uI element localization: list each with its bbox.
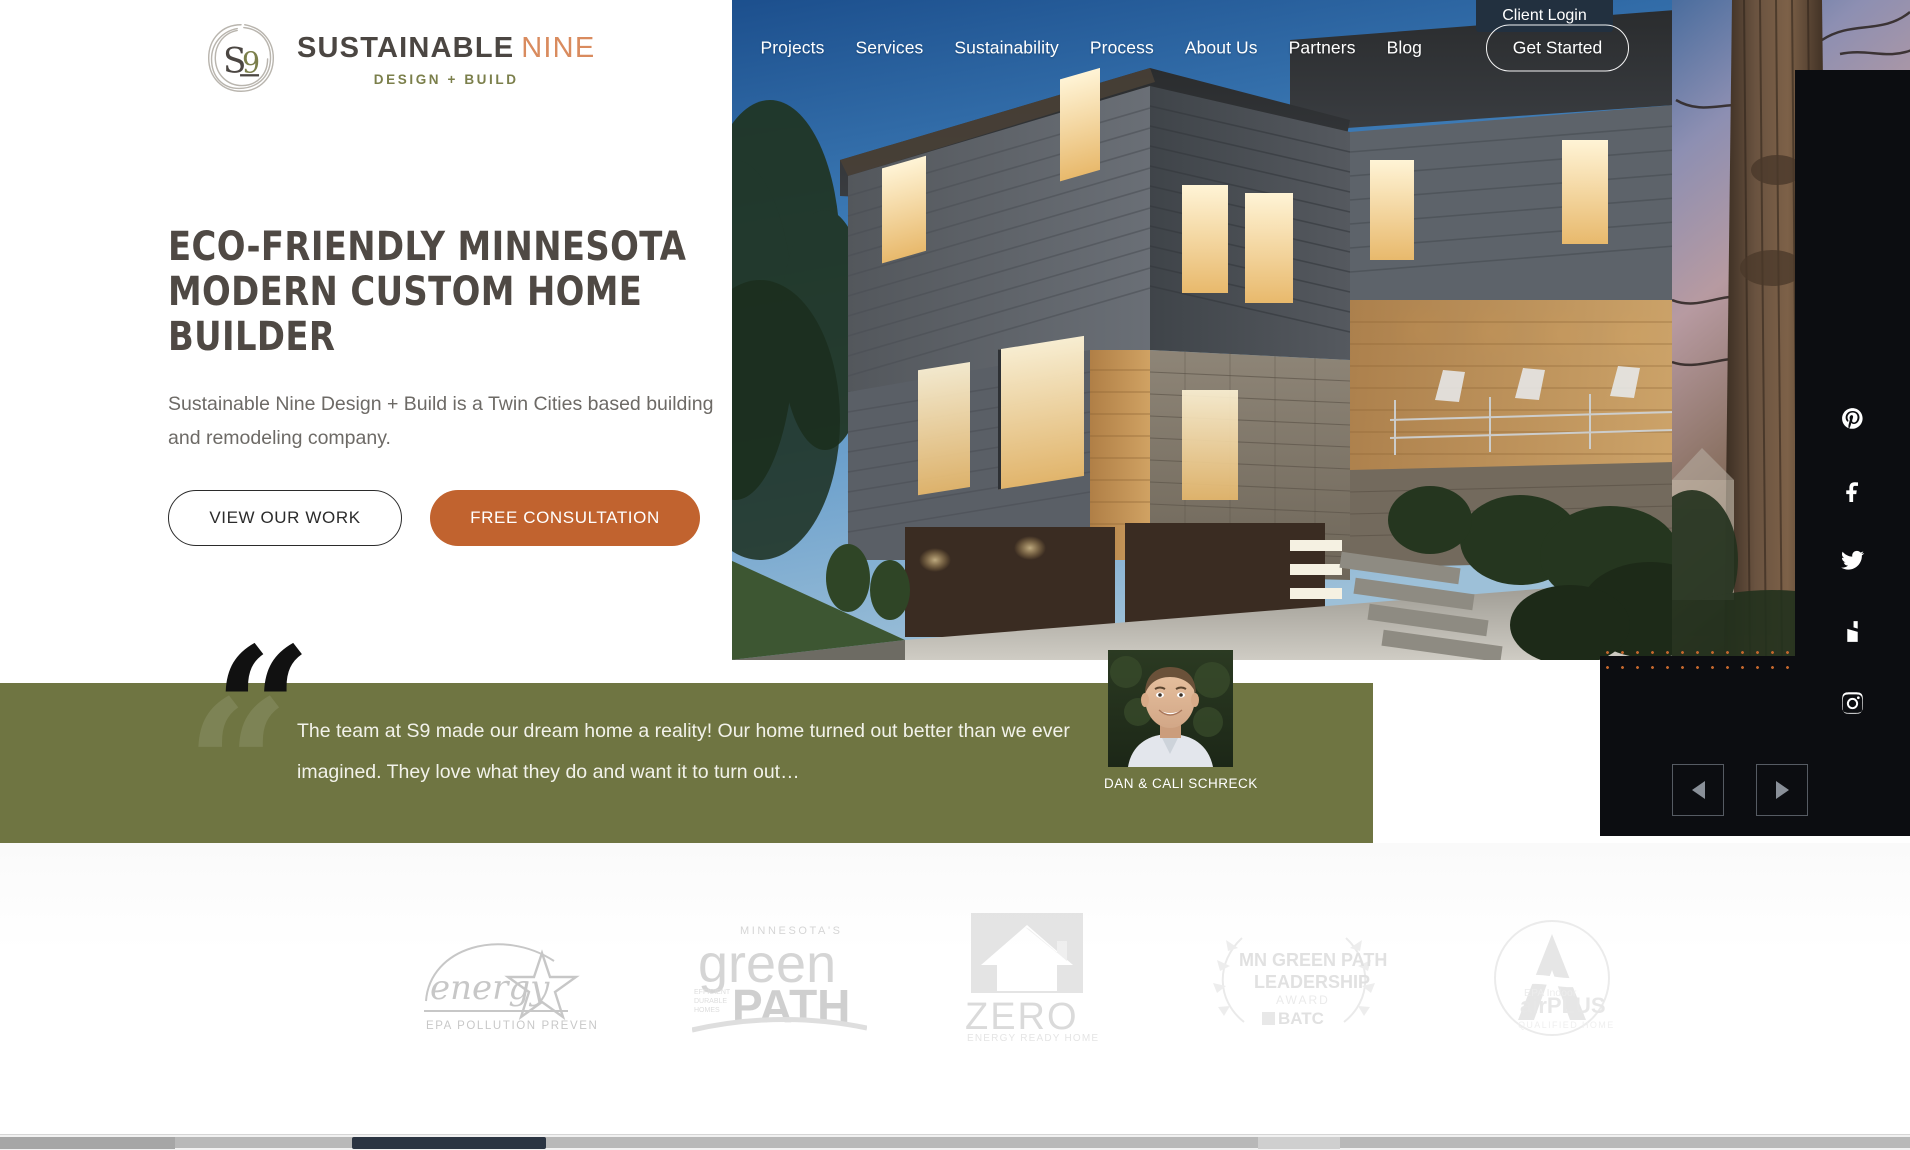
hero-subtitle: Sustainable Nine Design + Build is a Twi… (168, 392, 714, 450)
svg-text:ENERGY READY HOME: ENERGY READY HOME (967, 1033, 1098, 1043)
nav-item-partners[interactable]: Partners (1289, 38, 1356, 59)
svg-text:energy: energy (430, 968, 550, 1008)
nav-items: Projects Services Sustainability Process… (760, 38, 1422, 59)
chevron-left-icon (1691, 781, 1705, 799)
hero-copy: ECO-FRIENDLY MINNESOTA MODERN CUSTOM HOM… (168, 224, 728, 546)
page-title: ECO-FRIENDLY MINNESOTA MODERN CUSTOM HOM… (168, 224, 687, 361)
badge-epa-indoor-airplus: EPA Indoor airPLUS QUALIFIED HOMES (1490, 916, 1615, 1041)
social-sidebar (1795, 70, 1910, 825)
houzz-icon[interactable] (1840, 619, 1865, 644)
scrollbar-thumb[interactable] (352, 1137, 546, 1149)
dotted-grid-decoration-horizontal (1600, 645, 1805, 675)
carousel-prev-button[interactable] (1672, 764, 1724, 816)
social-links (1795, 406, 1910, 715)
svg-text:LEADERSHIP: LEADERSHIP (1254, 972, 1370, 992)
author-name: DAN & CALI SCHRECK (1104, 776, 1258, 791)
logo-word-nine: NINE (521, 31, 596, 64)
nav-item-about-us[interactable]: About Us (1185, 38, 1258, 59)
scrollbar-segment-left (0, 1137, 175, 1149)
nav-item-services[interactable]: Services (855, 38, 923, 59)
site-logo[interactable]: S 9 SUSTAINABLE NINE DESIGN + BUILD (203, 20, 595, 96)
hero-house-photo (730, 0, 1675, 660)
badge-energy-star: energy EPA POLLUTION PREVENTER (416, 921, 596, 1036)
svg-text:airPLUS: airPLUS (1520, 993, 1606, 1018)
svg-text:EFFICIENT: EFFICIENT (694, 989, 731, 996)
svg-text:ZERO: ZERO (965, 996, 1079, 1038)
svg-text:AWARD: AWARD (1276, 993, 1330, 1007)
view-our-work-button[interactable]: VIEW OUR WORK (168, 489, 402, 546)
get-started-button[interactable]: Get Started (1486, 24, 1629, 72)
badge-mn-green-path-leadership: MN GREEN PATH LEADERSHIP AWARD BATC (1194, 918, 1394, 1038)
twitter-icon[interactable] (1840, 548, 1865, 573)
testimonial-carousel-controls (1672, 764, 1808, 816)
primary-navigation: Client Login Projects Services Sustainab… (732, 0, 1677, 92)
svg-text:MN GREEN PATH: MN GREEN PATH (1239, 950, 1387, 970)
svg-text:BATC: BATC (1278, 1009, 1324, 1028)
hero-left-panel: S 9 SUSTAINABLE NINE DESIGN + BUILD ECO-F… (0, 0, 732, 660)
pinterest-icon[interactable] (1840, 406, 1865, 431)
instagram-icon[interactable] (1840, 690, 1865, 715)
nav-item-process[interactable]: Process (1090, 38, 1154, 59)
author-headshot (1108, 650, 1233, 767)
svg-text:QUALIFIED HOMES: QUALIFIED HOMES (1518, 1020, 1615, 1030)
hero-button-group: VIEW OUR WORK FREE CONSULTATION (168, 489, 728, 546)
scrollbar-segment-right (1258, 1137, 1340, 1149)
nav-item-projects[interactable]: Projects (760, 38, 824, 59)
carousel-next-button[interactable] (1756, 764, 1808, 816)
nav-item-sustainability[interactable]: Sustainability (954, 38, 1059, 59)
testimonial-author: DAN & CALI SCHRECK (1104, 650, 1257, 791)
badge-zero-energy-ready-home: ZERO ENERGY READY HOME (963, 913, 1098, 1043)
free-consultation-button[interactable]: FREE CONSULTATION (430, 489, 700, 546)
nav-item-blog[interactable]: Blog (1387, 38, 1422, 59)
horizontal-scrollbar[interactable] (0, 1134, 1910, 1150)
chevron-right-icon (1775, 781, 1789, 799)
s9-circle-icon: S 9 (203, 20, 279, 96)
svg-text:HOMES: HOMES (694, 1007, 720, 1014)
svg-text:EPA POLLUTION PREVENTER: EPA POLLUTION PREVENTER (426, 1020, 596, 1032)
badge-mn-green-path: MINNESOTA'S green PATH EFFICIENT DURABLE… (691, 918, 867, 1038)
svg-text:DURABLE: DURABLE (694, 998, 727, 1005)
scrollbar-track[interactable] (0, 1137, 1910, 1148)
testimonial-text: The team at S9 made our dream home a rea… (297, 720, 1070, 783)
logo-word-sustainable: SUSTAINABLE (297, 31, 515, 64)
page-root: S 9 SUSTAINABLE NINE DESIGN + BUILD ECO-F… (0, 0, 1910, 1150)
logo-tagline: DESIGN + BUILD (373, 71, 519, 87)
testimonial-band: “ “ The team at S9 made our dream home a… (0, 625, 1373, 857)
facebook-icon[interactable] (1840, 477, 1865, 502)
certification-badge-strip: energy EPA POLLUTION PREVENTER MINNESOTA… (0, 843, 1910, 1113)
